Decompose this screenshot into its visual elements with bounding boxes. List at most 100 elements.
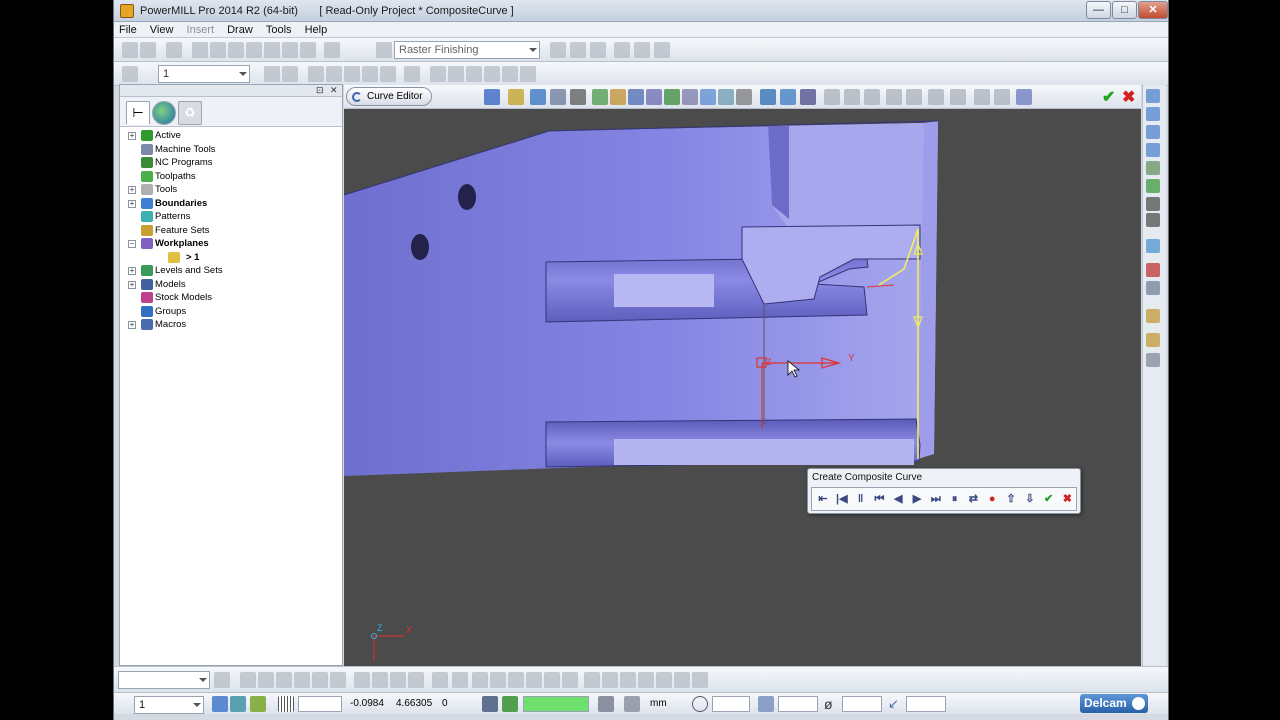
calculator-icon[interactable] — [482, 696, 498, 712]
shape2-icon[interactable] — [326, 66, 342, 82]
thickness-icon[interactable] — [758, 696, 774, 712]
tree-node-groups[interactable]: Groups — [124, 305, 339, 319]
curve-tool-icon-9[interactable] — [646, 89, 662, 105]
shape3-icon[interactable] — [344, 66, 360, 82]
level-combo[interactable]: 1 — [158, 65, 250, 83]
bottom-tool-icon-14[interactable] — [472, 672, 488, 688]
dialog-button-1[interactable]: ⇤ — [816, 492, 830, 506]
curve-tool-icon-25[interactable] — [974, 89, 990, 105]
bottom-tool-icon-24[interactable] — [656, 672, 672, 688]
tolerance-icon[interactable] — [624, 696, 640, 712]
curve-tool-icon-7[interactable] — [610, 89, 626, 105]
graphics-viewport[interactable]: Y Z X Z — [344, 109, 1141, 666]
close-icon[interactable]: ✕ — [330, 85, 338, 96]
curve-tool-icon-26[interactable] — [994, 89, 1010, 105]
view-tool-icon-9[interactable] — [1146, 239, 1160, 253]
view-tool-icon-7[interactable] — [1146, 197, 1160, 211]
bottom-tool-icon-17[interactable] — [526, 672, 542, 688]
tree-expander-icon[interactable]: + — [128, 280, 136, 289]
save-icon[interactable] — [282, 66, 298, 82]
tree-expander-icon[interactable]: + — [128, 267, 136, 275]
edit-icon[interactable] — [448, 66, 464, 82]
view-tool-icon-2[interactable] — [1146, 107, 1160, 121]
tree-expander-icon[interactable]: + — [128, 132, 136, 140]
tool-icon[interactable] — [192, 42, 208, 58]
bottom-tool-icon-18[interactable] — [544, 672, 560, 688]
save-project-icon[interactable] — [140, 42, 156, 58]
tree-node-boundaries[interactable]: + Boundaries — [124, 197, 339, 211]
rapid-move-icon[interactable] — [228, 42, 244, 58]
curve-tool-icon-21[interactable] — [886, 89, 902, 105]
status-field-4[interactable] — [906, 696, 946, 712]
bottom-tool-icon-1[interactable] — [214, 672, 230, 688]
grid-icon[interactable] — [278, 696, 294, 712]
tree-node-feature-sets[interactable]: Feature Sets — [124, 224, 339, 238]
curve-tool-icon-16[interactable] — [780, 89, 796, 105]
fan-icon[interactable] — [430, 66, 446, 82]
status-field-3[interactable] — [842, 696, 882, 712]
view-tool-icon-12[interactable] — [1146, 309, 1160, 323]
tool-icon-2[interactable] — [404, 66, 420, 82]
curve-editor-label[interactable]: Curve Editor — [346, 87, 432, 106]
tree-node-1[interactable]: > 1 — [124, 251, 339, 265]
close-button[interactable]: ✕ — [1138, 1, 1168, 19]
cancel-icon[interactable] — [520, 66, 536, 82]
bottom-tool-icon-2[interactable] — [240, 672, 256, 688]
redo-icon[interactable] — [502, 66, 518, 82]
bottom-tool-icon-23[interactable] — [638, 672, 654, 688]
end-point-icon[interactable] — [282, 42, 298, 58]
curve-tool-icon-5[interactable] — [570, 89, 586, 105]
start-point-icon[interactable] — [264, 42, 280, 58]
menu-tools[interactable]: Tools — [261, 22, 297, 38]
tree-node-levels-and-sets[interactable]: + Levels and Sets — [124, 264, 339, 278]
tool-axis-icon[interactable] — [300, 42, 316, 58]
curve-tool-icon-24[interactable] — [950, 89, 966, 105]
leads-links-icon[interactable] — [246, 42, 262, 58]
dialog-button-5[interactable]: ◀ — [891, 492, 905, 506]
view-tool-icon-4[interactable] — [1146, 143, 1160, 157]
bottom-tool-icon-21[interactable] — [602, 672, 618, 688]
dialog-button-4[interactable]: ⏮ — [872, 492, 886, 506]
bottom-tool-icon-12[interactable] — [432, 672, 448, 688]
bottom-tool-icon-19[interactable] — [562, 672, 578, 688]
tree-expander-icon[interactable]: + — [128, 186, 136, 194]
shape-icon[interactable] — [308, 66, 324, 82]
open-project-icon[interactable] — [122, 42, 138, 58]
dialog-button-3[interactable]: ‖ — [854, 492, 868, 506]
workplane-combo[interactable]: 1 — [134, 696, 204, 714]
tree-expander-icon[interactable]: − — [128, 240, 136, 248]
verify-icon[interactable] — [614, 42, 630, 58]
bottom-tool-icon-22[interactable] — [620, 672, 636, 688]
bottom-tool-icon-10[interactable] — [390, 672, 406, 688]
curve-tool-icon-8[interactable] — [628, 89, 644, 105]
rename-icon[interactable] — [590, 42, 606, 58]
curve-tool-icon-14[interactable] — [736, 89, 752, 105]
snap-icon[interactable] — [502, 696, 518, 712]
model-view-icon[interactable] — [250, 696, 266, 712]
dialog-button-14[interactable]: ✖ — [1060, 492, 1074, 506]
check-icon[interactable] — [466, 66, 482, 82]
block-view-icon[interactable] — [230, 696, 246, 712]
accept-icon[interactable]: ✔ — [1102, 87, 1115, 107]
curve-tool-icon-12[interactable] — [700, 89, 716, 105]
bottom-tool-icon-16[interactable] — [508, 672, 524, 688]
dialog-button-2[interactable]: |◀ — [835, 492, 849, 506]
tree-node-workplanes[interactable]: − Workplanes — [124, 237, 339, 251]
tree-node-machine-tools[interactable]: Machine Tools — [124, 143, 339, 157]
tree-node-nc-programs[interactable]: NC Programs — [124, 156, 339, 170]
menu-file[interactable]: File — [114, 22, 142, 38]
undo-icon[interactable] — [484, 66, 500, 82]
bottom-tool-icon-11[interactable] — [408, 672, 424, 688]
strategy-combo[interactable]: Raster Finishing — [394, 41, 540, 59]
curve-tool-icon-2[interactable] — [508, 89, 524, 105]
bottom-tool-icon-8[interactable] — [354, 672, 370, 688]
settings-icon[interactable] — [570, 42, 586, 58]
view-tool-icon-14[interactable] — [1146, 353, 1160, 367]
view-tool-icon-10[interactable] — [1146, 263, 1160, 277]
curve-tool-icon-22[interactable] — [906, 89, 922, 105]
bottom-tool-icon-25[interactable] — [674, 672, 690, 688]
bottom-tool-icon-9[interactable] — [372, 672, 388, 688]
curve-tool-icon-3[interactable] — [530, 89, 546, 105]
tree-node-toolpaths[interactable]: Toolpaths — [124, 170, 339, 184]
block-icon[interactable] — [166, 42, 182, 58]
